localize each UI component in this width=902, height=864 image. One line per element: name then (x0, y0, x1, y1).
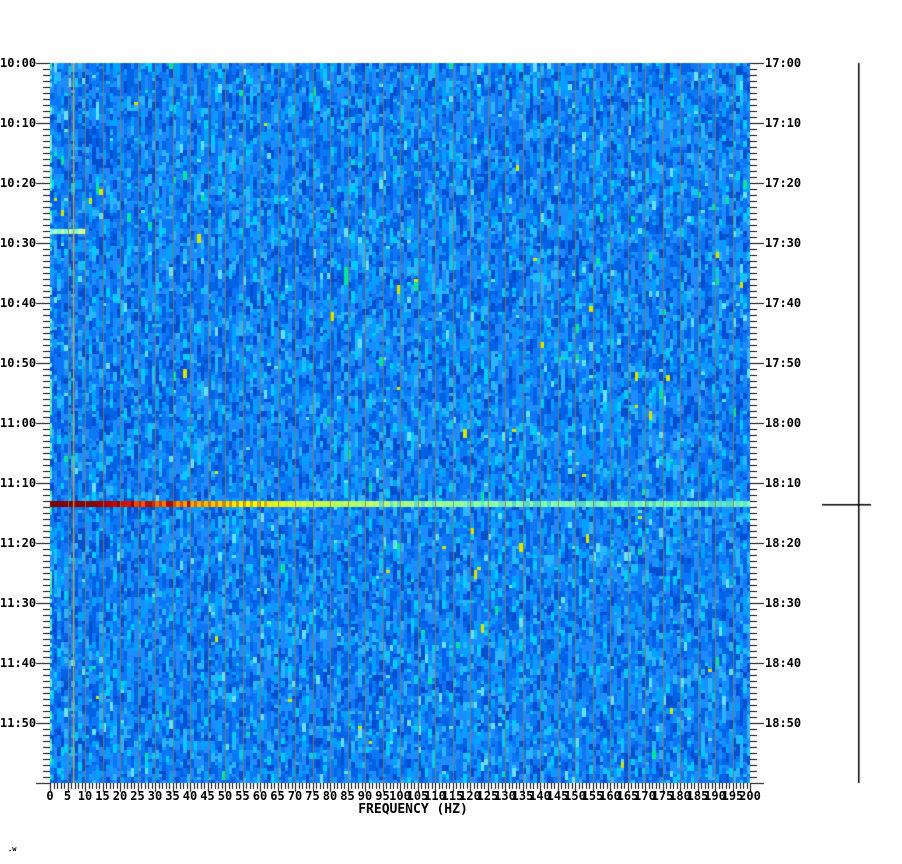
y-axis-label-left-pdt: 10:00 (0, 56, 37, 70)
x-axis-tick-label: 80 (322, 789, 338, 803)
y-axis-label-right-utc: 17:10 (765, 116, 802, 130)
y-axis-label-right-utc: 18:40 (765, 656, 802, 670)
y-axis-label-left-pdt: 11:30 (0, 596, 37, 610)
x-axis-tick-label: 50 (217, 789, 233, 803)
x-axis-tick-label: 5 (63, 789, 72, 803)
x-axis-title: FREQUENCY (HZ) (358, 802, 468, 817)
y-axis-label-right-utc: 18:30 (765, 596, 802, 610)
x-axis-tick-label: 200 (739, 789, 761, 803)
x-axis-tick-label: 10 (77, 789, 93, 803)
y-axis-label-left-pdt: 10:50 (0, 356, 37, 370)
y-axis-label-left-pdt: 11:40 (0, 656, 37, 670)
y-axis-label-right-utc: 18:10 (765, 476, 802, 490)
x-axis-tick-label: 45 (200, 789, 215, 803)
y-axis-label-right-utc: 17:40 (765, 296, 802, 310)
x-axis-tick-label: 85 (340, 789, 355, 803)
spectrogram-page: { "header": { "title": "MDH1 DP2 NC --",… (0, 0, 902, 864)
y-axis-label-left-pdt: 10:10 (0, 116, 37, 130)
x-axis-tick-label: 25 (130, 789, 145, 803)
y-axis-label-right-utc: 18:20 (765, 536, 802, 550)
watermark: .w (8, 845, 17, 853)
x-axis-tick-label: 75 (305, 789, 320, 803)
y-axis-label-left-pdt: 10:20 (0, 176, 37, 190)
y-axis-label-left-pdt: 10:30 (0, 236, 37, 250)
y-axis-label-right-utc: 17:00 (765, 56, 802, 70)
x-axis-tick-label: 0 (46, 789, 54, 803)
x-axis-tick-label: 20 (112, 789, 128, 803)
x-axis-tick-label: 40 (182, 789, 198, 803)
x-axis-tick-label: 15 (95, 789, 110, 803)
y-axis-label-left-pdt: 11:10 (0, 476, 37, 490)
x-axis-tick-label: 55 (235, 789, 250, 803)
x-axis-tick-label: 65 (270, 789, 285, 803)
y-axis-label-right-utc: 18:00 (765, 416, 802, 430)
y-axis-label-left-pdt: 10:40 (0, 296, 37, 310)
y-axis-label-right-utc: 18:50 (765, 716, 802, 730)
x-axis-tick-label: 60 (252, 789, 268, 803)
y-axis-label-right-utc: 17:20 (765, 176, 802, 190)
y-axis-label-right-utc: 17:50 (765, 356, 802, 370)
x-axis-tick-label: 70 (287, 789, 303, 803)
y-axis-label-left-pdt: 11:50 (0, 716, 37, 730)
y-axis-label-right-utc: 17:30 (765, 236, 802, 250)
y-axis-label-left-pdt: 11:20 (0, 536, 37, 550)
y-axis-label-left-pdt: 11:00 (0, 416, 37, 430)
x-axis-tick-label: 35 (165, 789, 180, 803)
x-axis-tick-label: 30 (147, 789, 163, 803)
